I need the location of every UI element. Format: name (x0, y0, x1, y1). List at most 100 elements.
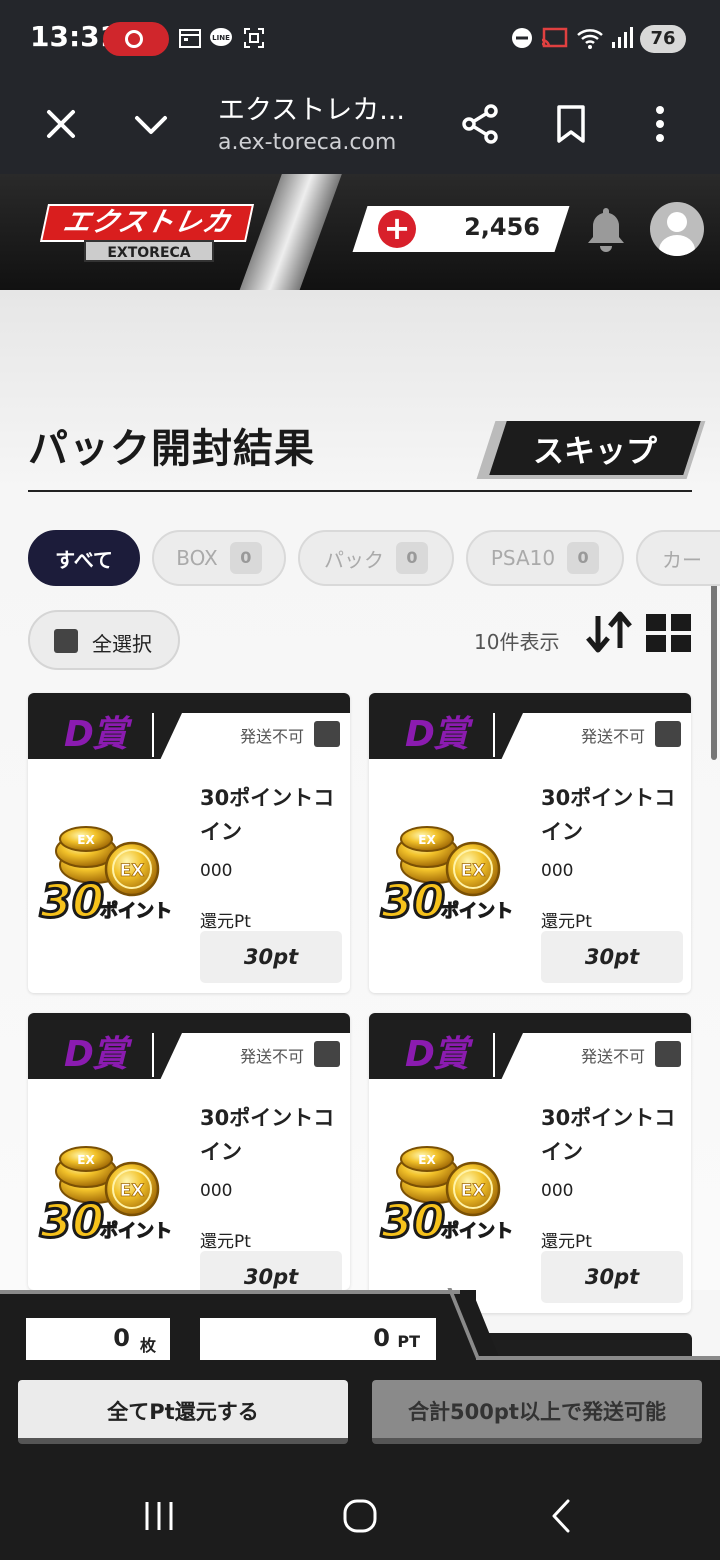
svg-text:30: 30 (381, 1194, 445, 1248)
title-divider (28, 490, 692, 492)
coin-image: EX EX 30 ポイント (38, 826, 173, 930)
android-nav-bar (0, 1470, 720, 1560)
select-all-label: 全選択 (92, 632, 152, 656)
logo-subtext: EXTORECA (84, 240, 214, 262)
browser-url[interactable]: a.ex-toreca.com (218, 130, 396, 155)
site-header: エクストレカ EXTORECA + 2,456 (0, 174, 720, 290)
avatar[interactable] (650, 202, 704, 256)
svg-text:EX: EX (418, 833, 436, 847)
prize-card[interactable]: D賞 発送不可 EX EX 30 ポイント 30ポイントコイン 000 還元Pt… (28, 693, 350, 993)
filter-chip-label: カー (662, 547, 702, 572)
svg-text:EX: EX (461, 861, 486, 881)
no-ship-label: 発送不可 (240, 727, 305, 746)
card-item-name: 30ポイントコイン (200, 786, 335, 844)
svg-text:EX: EX (77, 1153, 95, 1167)
card-item-code: 000 (200, 1181, 233, 1201)
svg-text:ポイント: ポイント (441, 900, 513, 922)
svg-text:ポイント: ポイント (100, 900, 172, 922)
return-points-value: 30pt (200, 931, 342, 983)
selected-points-unit: PT (397, 1332, 420, 1351)
action-bar: 全てPt還元する 合計500pt以上で発送可能 (0, 1360, 720, 1470)
selected-count-box: 0 枚 (26, 1318, 170, 1362)
prize-card[interactable]: D賞 発送不可 EX EX 30 ポイント 30ポイントコイン 000 還元Pt… (369, 1013, 691, 1313)
page-title: パック開封結果 (28, 426, 315, 472)
card-item-name: 30ポイントコイン (541, 786, 676, 844)
filter-chip-psa10[interactable]: PSA10 0 (466, 530, 624, 586)
ship-button-disabled[interactable]: 合計500pt以上で発送可能 (372, 1380, 702, 1444)
filter-chip-count: 0 (396, 542, 428, 574)
filter-chip-label: すべて (55, 547, 113, 572)
recent-apps-icon[interactable] (137, 1494, 181, 1538)
select-all-checkbox[interactable] (54, 629, 78, 653)
browser-page-title[interactable]: エクストレカ... (218, 88, 405, 127)
filter-chip-count: 0 (567, 542, 600, 574)
prize-card[interactable]: D賞 発送不可 EX EX 30 ポイント 30ポイントコイン 000 還元Pt… (369, 693, 691, 993)
back-icon[interactable] (540, 1494, 584, 1538)
dnd-icon (512, 28, 532, 48)
skip-button-label[interactable]: スキップ (498, 426, 692, 471)
filter-chip-count: 0 (229, 542, 262, 574)
status-bar: 13:31 LINE 76 (0, 0, 720, 76)
selected-count-unit: 枚 (139, 1336, 156, 1355)
svg-text:EX: EX (77, 833, 95, 847)
svg-text:EX: EX (418, 1153, 436, 1167)
sort-icon[interactable] (584, 610, 634, 654)
site-logo[interactable]: エクストレカ EXTORECA (39, 204, 255, 264)
return-points-label: 還元Pt (200, 912, 251, 932)
svg-text:ポイント: ポイント (100, 1220, 172, 1242)
battery-indicator: 76 (640, 25, 686, 53)
home-icon[interactable] (338, 1494, 382, 1538)
wifi-icon (577, 29, 603, 49)
no-ship-label: 発送不可 (240, 1047, 305, 1066)
summary-bar: 0 枚 0 PT (0, 1288, 720, 1362)
coin-image: EX EX 30 ポイント (379, 1146, 514, 1250)
grid-view-icon[interactable] (646, 614, 692, 652)
svg-text:EX: EX (120, 1181, 145, 1201)
close-icon[interactable] (35, 98, 87, 150)
record-icon (103, 22, 169, 56)
card-checkbox[interactable] (314, 721, 340, 747)
screenshot-icon (244, 28, 264, 48)
add-points-button[interactable]: + (378, 210, 416, 248)
prize-rank: D賞 (64, 1034, 128, 1075)
svg-text:ポイント: ポイント (441, 1220, 513, 1242)
selected-points-box: 0 PT (200, 1318, 436, 1362)
chevron-down-icon[interactable] (125, 98, 177, 150)
svg-text:30: 30 (381, 874, 445, 928)
return-points-label: 還元Pt (200, 1232, 251, 1252)
result-count: 10件表示 (474, 630, 560, 654)
svg-text:EX: EX (461, 1181, 486, 1201)
card-checkbox[interactable] (314, 1041, 340, 1067)
svg-text:30: 30 (40, 874, 104, 928)
card-item-code: 000 (541, 1181, 574, 1201)
card-checkbox[interactable] (655, 721, 681, 747)
filter-chip-pack[interactable]: パック 0 (298, 530, 454, 586)
no-ship-label: 発送不可 (581, 727, 646, 746)
calendar-icon (179, 29, 201, 48)
prize-rank: D賞 (405, 1034, 469, 1075)
select-all-toggle[interactable]: 全選択 (28, 610, 180, 670)
filter-chip-box[interactable]: BOX 0 (152, 530, 286, 586)
card-item-name: 30ポイントコイン (200, 1106, 335, 1164)
card-item-code: 000 (200, 861, 233, 881)
prize-card[interactable]: D賞 発送不可 EX EX 30 ポイント 30ポイントコイン 000 還元Pt… (28, 1013, 350, 1290)
logo-text: エクストレカ (39, 204, 255, 242)
coin-image: EX EX 30 ポイント (38, 1146, 173, 1250)
card-checkbox[interactable] (655, 1041, 681, 1067)
return-all-points-button[interactable]: 全てPt還元する (18, 1380, 348, 1444)
browser-toolbar: エクストレカ... a.ex-toreca.com (0, 76, 720, 174)
selected-count: 0 (113, 1324, 130, 1352)
bell-icon[interactable] (582, 204, 630, 256)
share-icon[interactable] (455, 98, 507, 150)
prize-rank: D賞 (64, 714, 128, 755)
filter-chip-card[interactable]: カー (636, 530, 720, 586)
more-menu-icon[interactable] (634, 98, 686, 150)
filter-chip-label: PSA10 (490, 546, 556, 570)
cast-icon (541, 27, 568, 48)
bookmark-icon[interactable] (545, 98, 597, 150)
filter-chip-all[interactable]: すべて (28, 530, 140, 586)
filter-chip-label: BOX (176, 546, 218, 570)
return-points-value: 30pt (541, 931, 683, 983)
points-balance: 2,456 (464, 213, 540, 241)
selected-points: 0 (373, 1324, 390, 1352)
